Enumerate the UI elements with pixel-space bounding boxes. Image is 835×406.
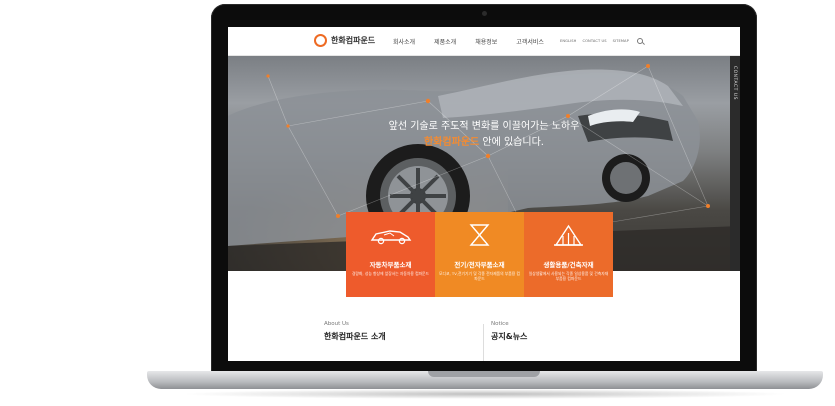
tile-household-desc: 일상생활에서 사용되는 각종 일상용품 및 건축자재부품용 컴파운드 <box>528 271 609 282</box>
about-section-subtitle: About Us <box>324 321 349 327</box>
tile-automotive-desc: 경량화, 성능 향상에 앞장서는 자동차용 컴파운드 <box>351 271 430 276</box>
search-icon[interactable] <box>636 38 643 44</box>
tile-electronics-desc: 모디코, TV,전기기기 및 각종 전자제품의 부품용 컴파운드 <box>439 271 520 282</box>
notice-section-subtitle: Notice <box>491 321 509 327</box>
contact-us-tab[interactable]: CONTACT US <box>730 56 740 271</box>
utility-menu: ENGLISH CONTACT US SITEMAP <box>560 38 643 44</box>
menu-item-company[interactable]: 회사소개 <box>393 37 415 46</box>
car-icon <box>370 230 412 245</box>
logo-mark-icon <box>314 34 327 47</box>
screen: 한화컴파운드 회사소개 제품소개 채용정보 고객서비스 ENGLISH CONT… <box>228 27 740 361</box>
tile-electronics-title: 전기/전자부품소재 <box>454 261 505 269</box>
menu-item-careers[interactable]: 채용정보 <box>475 37 497 46</box>
hero-headline-rest: 안에 있습니다. <box>479 137 544 148</box>
notice-section-title[interactable]: 공지&뉴스 <box>491 331 527 342</box>
tile-electronics[interactable]: 전기/전자부품소재 모디코, TV,전기기기 및 각종 전자제품의 부품용 컴파… <box>435 212 524 297</box>
hero-headline-line1: 앞선 기술로 주도적 변화를 이끌어가는 노하우 <box>388 121 580 132</box>
tile-automotive-title: 자동차부품소재 <box>369 261 412 269</box>
util-sitemap-link[interactable]: SITEMAP <box>613 39 629 43</box>
util-contact-link[interactable]: CONTACT US <box>583 39 607 43</box>
tile-automotive[interactable]: 자동차부품소재 경량화, 성능 향상에 앞장서는 자동차용 컴파운드 <box>346 212 435 297</box>
hero-headline-brand: 한화컴파운드 <box>424 137 480 148</box>
camera-dot <box>482 11 487 16</box>
tile-household[interactable]: 생활용품/건축자재 일상생활에서 사용되는 각종 일상용품 및 건축자재부품용 … <box>524 212 613 297</box>
contact-us-tab-label: CONTACT US <box>732 66 737 100</box>
about-section-title[interactable]: 한화컴파운드 소개 <box>324 331 386 342</box>
building-icon <box>554 224 583 246</box>
tile-household-title: 생활용품/건축자재 <box>543 261 594 269</box>
menu-item-support[interactable]: 고객서비스 <box>516 37 544 46</box>
site-header: 한화컴파운드 회사소개 제품소개 채용정보 고객서비스 ENGLISH CONT… <box>228 27 740 56</box>
hero-headline-line2: 한화컴파운드 안에 있습니다. <box>228 133 740 148</box>
laptop-notch <box>428 371 540 377</box>
site-logo[interactable]: 한화컴파운드 <box>314 34 375 47</box>
menu-item-products[interactable]: 제품소개 <box>434 37 456 46</box>
section-divider <box>483 324 484 361</box>
category-tiles: 자동차부품소재 경량화, 성능 향상에 앞장서는 자동차용 컴파운드 전기/전자… <box>346 212 613 297</box>
util-english-link[interactable]: ENGLISH <box>560 39 577 43</box>
logo-text: 한화컴파운드 <box>331 36 376 45</box>
main-menu: 회사소개 제품소개 채용정보 고객서비스 <box>393 37 563 46</box>
hourglass-icon <box>469 224 490 246</box>
laptop-shadow <box>180 389 790 399</box>
